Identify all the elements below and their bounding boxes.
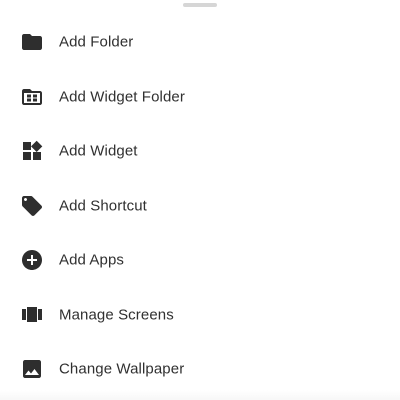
widgets-icon xyxy=(20,139,44,163)
add-circle-icon xyxy=(20,248,44,272)
menu-item-add-widget-folder[interactable]: Add Widget Folder xyxy=(0,70,400,125)
menu-item-label: Add Folder xyxy=(59,33,134,51)
image-icon xyxy=(20,357,44,381)
menu-item-add-shortcut[interactable]: Add Shortcut xyxy=(0,179,400,234)
menu-item-add-folder[interactable]: Add Folder xyxy=(0,15,400,70)
menu-item-label: Add Shortcut xyxy=(59,197,147,215)
add-menu-list: Add Folder Add Widget Folder Add Widget xyxy=(0,15,400,397)
widget-folder-icon xyxy=(20,85,44,109)
menu-item-label: Add Apps xyxy=(59,251,125,269)
menu-item-add-apps[interactable]: Add Apps xyxy=(0,233,400,288)
tag-icon xyxy=(20,194,44,218)
add-menu-sheet: Add Folder Add Widget Folder Add Widget xyxy=(0,0,400,400)
menu-item-change-wallpaper[interactable]: Change Wallpaper xyxy=(0,342,400,397)
sheet-bottom-edge xyxy=(0,390,400,400)
menu-item-label: Add Widget xyxy=(59,142,138,160)
menu-item-add-widget[interactable]: Add Widget xyxy=(0,124,400,179)
menu-item-label: Add Widget Folder xyxy=(59,88,185,106)
folder-icon xyxy=(20,30,44,54)
menu-item-manage-screens[interactable]: Manage Screens xyxy=(0,288,400,343)
menu-item-label: Change Wallpaper xyxy=(59,360,185,378)
sheet-drag-handle[interactable] xyxy=(183,3,217,7)
menu-item-label: Manage Screens xyxy=(59,306,174,324)
screens-carousel-icon xyxy=(20,303,44,327)
